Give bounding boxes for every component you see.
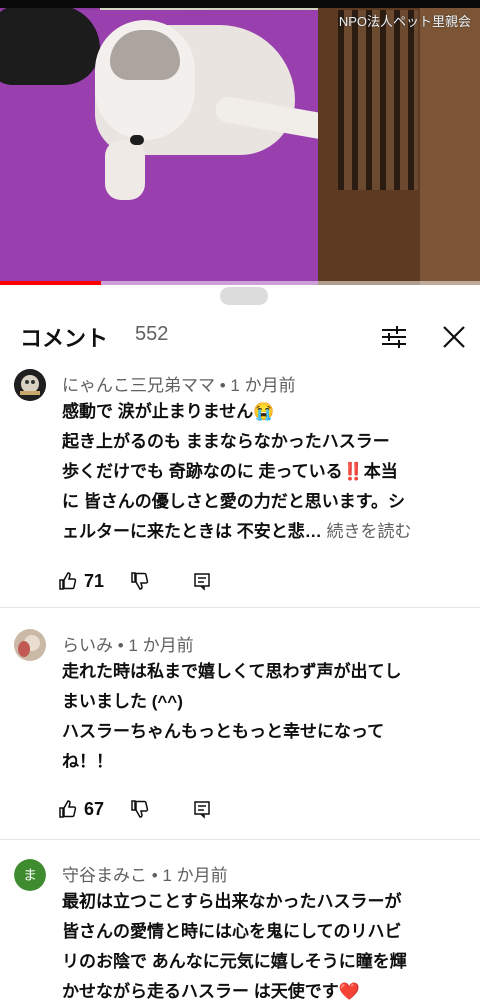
close-icon[interactable] [438, 321, 470, 353]
comment-line: リのお陰で あんなに元気に嬉しそうに瞳を輝 [62, 952, 407, 971]
video-frame-puppy-mask [110, 30, 180, 80]
video-player[interactable]: NPO法人ペット里親会 [0, 0, 480, 285]
like-count: 67 [84, 798, 105, 819]
dislike-button[interactable] [130, 795, 150, 823]
dislike-button[interactable] [130, 567, 150, 595]
comment-text: 感動で 涙が止まりません😭 起き上がるのも ままならなかったハスラー 歩くだけで… [62, 397, 472, 547]
comment-line: ェルターに来たときは 不安と悲… [62, 522, 322, 541]
comment-actions: 71 [58, 567, 258, 595]
video-frame-cage-bars [338, 10, 418, 190]
comment-line: に 皆さんの優しさと愛の力だと思います。シ [62, 492, 406, 511]
read-more-link[interactable]: 続きを読む [326, 522, 411, 541]
comments-sheet: コメント 552 にゃんこ三兄弟ママ • 1 か月前 感動で 涙が止まりません😭 [0, 285, 480, 1007]
comment-line: 歩くだけでも 奇跡なのに 走っている‼️本当 [62, 462, 398, 481]
reply-button[interactable] [192, 567, 212, 595]
video-frame-puppy-front-leg [105, 140, 145, 200]
comment-actions: 67 [58, 795, 258, 823]
comment-author[interactable]: 守谷まみこ • 1 か月前 [62, 861, 228, 886]
comment-author[interactable]: にゃんこ三兄弟ママ • 1 か月前 [62, 371, 296, 396]
comments-header: コメント 552 [0, 317, 480, 361]
thumbs-up-icon [59, 800, 77, 818]
comment-line: かせながら走るハスラー は天使です❤️ [62, 982, 360, 1001]
comments-count: 552 [135, 323, 169, 345]
comment-divider [0, 839, 480, 840]
comment-line: ハスラーちゃんもっともっと幸せになって [62, 722, 385, 741]
avatar[interactable]: ま [14, 859, 46, 891]
comment-text: 走れた時は私まで嬉しくて思わず声が出てし まいました (^^) ハスラーちゃんも… [62, 657, 472, 777]
video-frame-black-dog [0, 5, 100, 85]
video-watermark: NPO法人ペット里親会 [338, 14, 471, 29]
comment-line: 起き上がるのも ままならなかったハスラー [62, 432, 390, 451]
avatar-image [14, 629, 46, 661]
video-frame-cage-edge [420, 0, 480, 285]
comment-item[interactable]: にゃんこ三兄弟ママ • 1 か月前 感動で 涙が止まりません😭 起き上がるのも … [0, 367, 480, 607]
video-frame-puppy-nose [130, 135, 144, 145]
avatar-image [14, 369, 46, 401]
reply-button[interactable] [192, 795, 212, 823]
avatar-letter: ま [23, 868, 37, 884]
comments-title: コメント [20, 326, 109, 351]
comment-text: 最初は立つことすら出来なかったハスラーが 皆さんの愛情と時には心を鬼にしてのリハ… [62, 887, 472, 1007]
thumbs-up-icon [59, 572, 77, 590]
thumbs-down-icon [131, 572, 149, 590]
comment-line: 走れた時は私まで嬉しくて思わず声が出てし [62, 662, 402, 681]
comment-line: 皆さんの愛情と時には心を鬼にしてのリハビ [62, 922, 402, 941]
sort-filter-icon[interactable] [380, 323, 408, 351]
comment-line: 最初は立つことすら出来なかったハスラーが [62, 892, 402, 911]
like-count: 71 [84, 570, 105, 591]
like-button[interactable]: 67 [58, 795, 104, 823]
drag-handle[interactable] [220, 287, 268, 305]
comment-line: まいました (^^) [62, 692, 183, 711]
comment-divider [0, 607, 480, 608]
status-bar [0, 0, 480, 8]
like-button[interactable]: 71 [58, 567, 104, 595]
avatar-image: ま [14, 859, 46, 891]
comment-line: ね！！ [62, 752, 113, 771]
comment-author[interactable]: らいみ • 1 か月前 [62, 631, 194, 656]
reply-icon [194, 801, 210, 819]
comment-item[interactable]: らいみ • 1 か月前 走れた時は私まで嬉しくて思わず声が出てし まいました (… [0, 627, 480, 827]
comment-line: 感動で 涙が止まりません😭 [62, 402, 275, 421]
reply-icon [194, 573, 210, 591]
avatar[interactable] [14, 369, 46, 401]
thumbs-down-icon [131, 800, 149, 818]
comment-item[interactable]: ま 守谷まみこ • 1 か月前 最初は立つことすら出来なかったハスラーが 皆さん… [0, 857, 480, 1007]
avatar[interactable] [14, 629, 46, 661]
